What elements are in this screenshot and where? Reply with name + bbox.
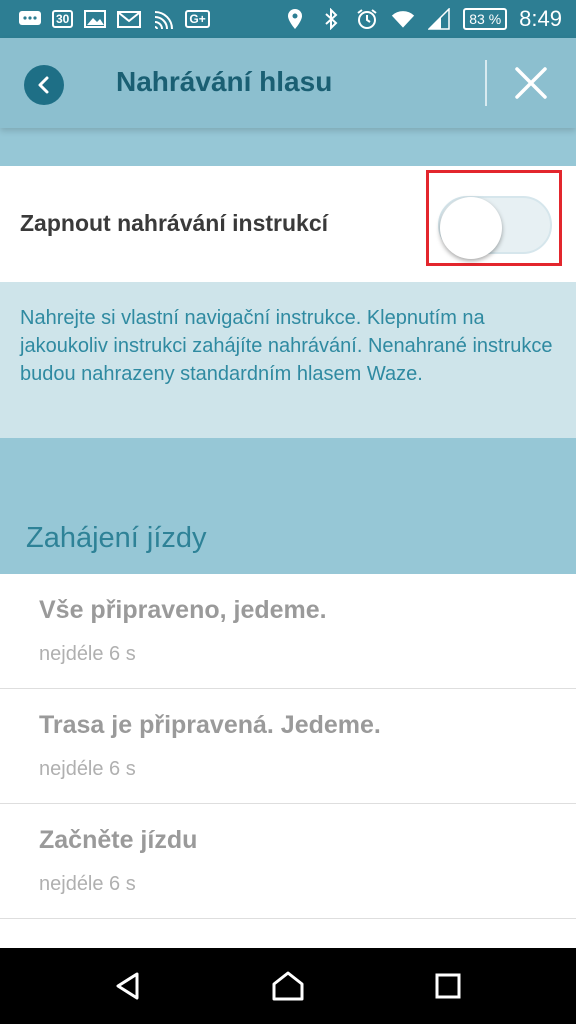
triangle-back-icon xyxy=(116,972,139,1000)
list-item[interactable]: Začněte jízdu nejdéle 6 s xyxy=(0,804,576,919)
image-icon xyxy=(83,9,107,29)
list-item-title: Vše připraveno, jedeme. xyxy=(39,596,327,624)
location-icon xyxy=(283,9,307,29)
chevron-left-icon xyxy=(38,76,49,94)
signal-icon xyxy=(427,8,451,30)
list-item-title: Začněte jízdu xyxy=(39,826,198,854)
battery-indicator: 83 % xyxy=(463,8,508,30)
alarm-icon xyxy=(355,9,379,29)
header-divider xyxy=(485,60,487,106)
nav-back-button[interactable] xyxy=(108,966,148,1006)
close-button[interactable] xyxy=(506,60,556,106)
section-title: Zahájení jízdy xyxy=(26,522,207,554)
list-item-subtitle: nejdéle 6 s xyxy=(39,873,136,895)
close-icon xyxy=(515,67,547,99)
gmail-icon xyxy=(117,9,142,29)
record-instructions-toggle[interactable] xyxy=(438,196,552,259)
list-item-subtitle: nejdéle 6 s xyxy=(39,643,136,665)
toggle-label: Zapnout nahrávání instrukcí xyxy=(20,210,328,236)
clock: 8:49 xyxy=(519,6,562,31)
list-item-subtitle: nejdéle 6 s xyxy=(39,758,136,780)
system-nav-bar xyxy=(0,948,576,1024)
nav-home-button[interactable] xyxy=(268,966,308,1006)
calendar-icon: 30 xyxy=(52,10,74,28)
back-button[interactable] xyxy=(24,65,64,105)
chat-icon xyxy=(18,9,42,29)
google-plus-icon: G+ xyxy=(185,10,210,28)
info-panel: Nahrejte si vlastní navigační instrukce.… xyxy=(0,282,576,438)
list-item[interactable]: Trasa je připravená. Jedeme. nejdéle 6 s xyxy=(0,689,576,804)
page-title: Nahrávání hlasu xyxy=(116,66,333,97)
record-instructions-row: Zapnout nahrávání instrukcí xyxy=(0,166,576,282)
cast-icon xyxy=(151,9,175,30)
info-text: Nahrejte si vlastní navigační instrukce.… xyxy=(20,307,553,385)
list-item-title: Trasa je připravená. Jedeme. xyxy=(39,711,381,739)
list-item[interactable]: Vše připraveno, jedeme. nejdéle 6 s xyxy=(0,574,576,689)
square-icon xyxy=(435,973,461,999)
status-bar: 30 G+ 83 % 8:49 xyxy=(0,0,576,38)
home-icon xyxy=(272,971,304,1001)
instruction-list: Vše připraveno, jedeme. nejdéle 6 s Tras… xyxy=(0,574,576,948)
app-bar: Nahrávání hlasu xyxy=(0,38,576,128)
nav-recents-button[interactable] xyxy=(428,966,468,1006)
wifi-icon xyxy=(391,9,415,29)
bluetooth-icon xyxy=(319,8,343,30)
toggle-knob xyxy=(440,197,502,259)
